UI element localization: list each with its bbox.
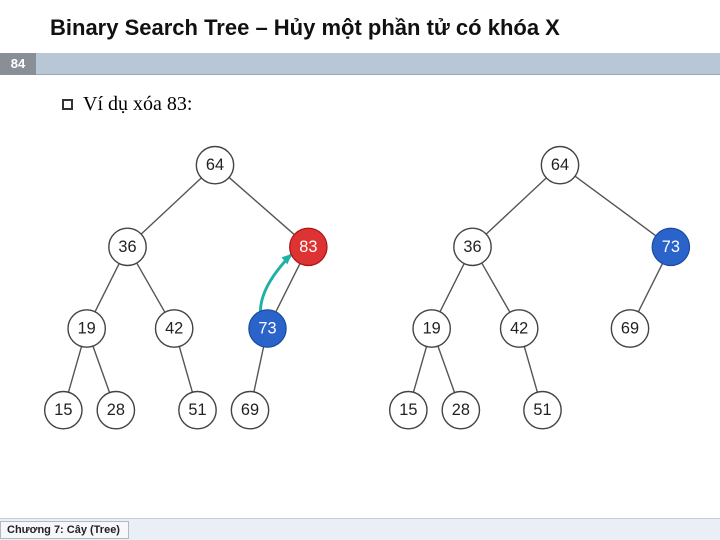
bullet-icon bbox=[62, 99, 73, 110]
slide-number-bar: 84 bbox=[0, 53, 720, 75]
tree-node-label: 42 bbox=[510, 319, 528, 337]
slide-footer: Chương 7: Cây (Tree) bbox=[0, 518, 720, 540]
tree-node-label: 73 bbox=[662, 237, 680, 255]
tree-node-label: 15 bbox=[54, 401, 72, 419]
tree-node-label: 64 bbox=[206, 156, 224, 174]
tree-diagrams: 64 36 83 19 42 73 15 28 51 69 64 36 73 19 42 69 15 28 51 bbox=[0, 126, 720, 451]
slide-stripe bbox=[36, 53, 720, 75]
tree-node-label: 73 bbox=[258, 319, 276, 337]
slide-number: 84 bbox=[0, 53, 36, 75]
tree-node-label: 19 bbox=[423, 319, 441, 337]
bullet-text: Ví dụ xóa 83: bbox=[83, 93, 192, 116]
tree-node-label: 28 bbox=[452, 401, 470, 419]
tree-node-label: 28 bbox=[107, 401, 125, 419]
slide-body: Ví dụ xóa 83: bbox=[0, 75, 720, 126]
tree-after: 64 36 73 19 42 69 15 28 51 bbox=[385, 136, 700, 451]
footer-text: Chương 7: Cây (Tree) bbox=[0, 521, 129, 539]
tree-node-label: 51 bbox=[533, 401, 551, 419]
slide-title: Binary Search Tree – Hủy một phần tử có … bbox=[0, 0, 720, 53]
tree-node-label: 69 bbox=[241, 401, 259, 419]
tree-node-label: 69 bbox=[621, 319, 639, 337]
bullet-item: Ví dụ xóa 83: bbox=[62, 93, 690, 116]
tree-node-label: 36 bbox=[463, 237, 481, 255]
tree-before: 64 36 83 19 42 73 15 28 51 69 bbox=[40, 136, 355, 451]
tree-node-label: 83 bbox=[299, 237, 317, 255]
tree-node-label: 36 bbox=[118, 237, 136, 255]
tree-node-label: 42 bbox=[165, 319, 183, 337]
tree-node-label: 64 bbox=[551, 156, 569, 174]
tree-node-label: 51 bbox=[188, 401, 206, 419]
tree-node-label: 15 bbox=[399, 401, 417, 419]
tree-node-label: 19 bbox=[78, 319, 96, 337]
